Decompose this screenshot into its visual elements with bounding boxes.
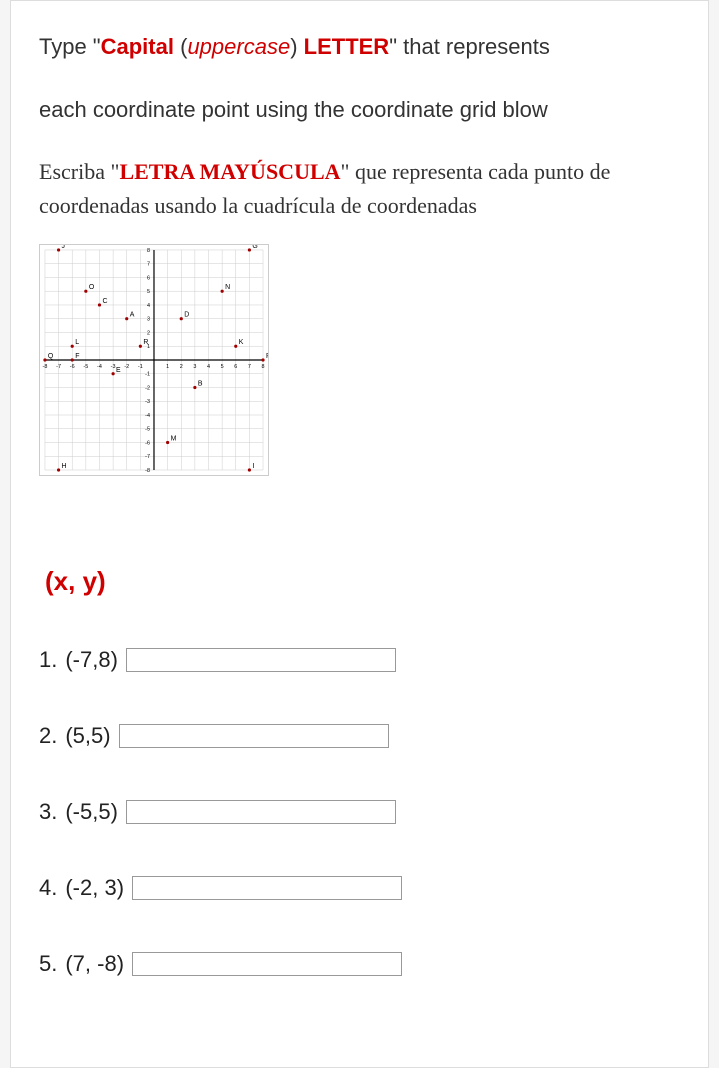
svg-text:3: 3 — [193, 363, 196, 369]
svg-text:N: N — [225, 284, 230, 291]
svg-text:3: 3 — [147, 316, 150, 322]
text: ( — [174, 34, 187, 59]
svg-text:1: 1 — [166, 363, 169, 369]
svg-text:J: J — [62, 245, 65, 250]
svg-text:-5: -5 — [145, 426, 150, 432]
letter-word: LETTER — [304, 34, 390, 59]
svg-text:6: 6 — [234, 363, 237, 369]
svg-text:R: R — [143, 339, 148, 346]
svg-text:L: L — [75, 339, 79, 346]
svg-text:-5: -5 — [83, 363, 88, 369]
coordinate-grid-svg: -8 -7 -6 -5 -4 -3 -2 -1 1 2 3 4 5 6 7 8 -8 -7 -6 -5 -4 -3 -2 -1… — [40, 245, 268, 475]
svg-text:-2: -2 — [124, 363, 129, 369]
svg-text:5: 5 — [147, 289, 150, 295]
svg-text:2: 2 — [180, 363, 183, 369]
svg-text:E: E — [116, 366, 121, 373]
svg-text:-8: -8 — [145, 468, 150, 474]
svg-text:G: G — [252, 245, 257, 250]
question-row: 3. (-5,5) — [39, 799, 680, 825]
question-coord: (7, -8) — [65, 951, 124, 977]
question-number: 5. — [39, 951, 57, 977]
svg-text:8: 8 — [147, 248, 150, 254]
svg-text:-3: -3 — [145, 399, 150, 405]
question-row: 2. (5,5) — [39, 723, 680, 749]
svg-text:A: A — [130, 311, 135, 318]
text: Escriba " — [39, 159, 119, 184]
question-number: 4. — [39, 875, 57, 901]
answer-input[interactable] — [126, 648, 396, 672]
svg-text:F: F — [75, 353, 79, 360]
question-number: 2. — [39, 723, 57, 749]
svg-text:-4: -4 — [145, 413, 150, 419]
svg-text:-7: -7 — [145, 454, 150, 460]
svg-text:H: H — [62, 463, 67, 470]
text: each coordinate point using the coordina… — [39, 92, 680, 127]
letra-mayuscula: LETRA MAYÚSCULA — [119, 159, 340, 184]
svg-text:B: B — [198, 380, 203, 387]
svg-text:K: K — [239, 339, 244, 346]
uppercase-word: uppercase — [187, 34, 290, 59]
svg-text:7: 7 — [147, 261, 150, 267]
svg-text:-3: -3 — [111, 363, 116, 369]
svg-text:D: D — [184, 311, 189, 318]
svg-text:6: 6 — [147, 275, 150, 281]
question-number: 3. — [39, 799, 57, 825]
svg-text:8: 8 — [262, 363, 265, 369]
instruction-spanish: Escriba "LETRA MAYÚSCULA" que representa… — [39, 155, 680, 223]
svg-text:2: 2 — [147, 330, 150, 336]
svg-text:O: O — [89, 284, 95, 291]
svg-text:-7: -7 — [56, 363, 61, 369]
svg-text:4: 4 — [207, 363, 210, 369]
svg-text:-2: -2 — [145, 385, 150, 391]
question-coord: (-5,5) — [65, 799, 118, 825]
text: ) — [290, 34, 303, 59]
capital-word: Capital — [101, 34, 174, 59]
svg-text:-4: -4 — [97, 363, 102, 369]
question-coord: (-7,8) — [65, 647, 118, 673]
svg-text:-1: -1 — [145, 371, 150, 377]
svg-text:M: M — [171, 435, 177, 442]
svg-text:-8: -8 — [43, 363, 48, 369]
question-row: 1. (-7,8) — [39, 647, 680, 673]
svg-text:-6: -6 — [70, 363, 75, 369]
question-row: 4. (-2, 3) — [39, 875, 680, 901]
svg-text:7: 7 — [248, 363, 251, 369]
instruction-english: Type "Capital (uppercase) LETTER" that r… — [39, 29, 680, 127]
text: Type " — [39, 34, 101, 59]
svg-text:Q: Q — [48, 353, 54, 360]
answer-input[interactable] — [132, 952, 402, 976]
question-coord: (-2, 3) — [65, 875, 124, 901]
svg-text:I: I — [252, 463, 254, 470]
xy-header: (x, y) — [45, 566, 680, 597]
text: " that represents — [389, 34, 550, 59]
question-coord: (5,5) — [65, 723, 110, 749]
svg-text:4: 4 — [147, 303, 150, 309]
svg-text:-6: -6 — [145, 440, 150, 446]
svg-text:P: P — [266, 353, 268, 360]
answer-input[interactable] — [119, 724, 389, 748]
question-number: 1. — [39, 647, 57, 673]
svg-text:C: C — [102, 298, 107, 305]
answer-input[interactable] — [132, 876, 402, 900]
svg-text:-1: -1 — [138, 363, 143, 369]
coordinate-grid-image: -8 -7 -6 -5 -4 -3 -2 -1 1 2 3 4 5 6 7 8 -8 -7 -6 -5 -4 -3 -2 -1… — [39, 244, 269, 476]
answer-input[interactable] — [126, 800, 396, 824]
question-card: Type "Capital (uppercase) LETTER" that r… — [10, 0, 709, 1068]
question-row: 5. (7, -8) — [39, 951, 680, 977]
svg-text:5: 5 — [221, 363, 224, 369]
